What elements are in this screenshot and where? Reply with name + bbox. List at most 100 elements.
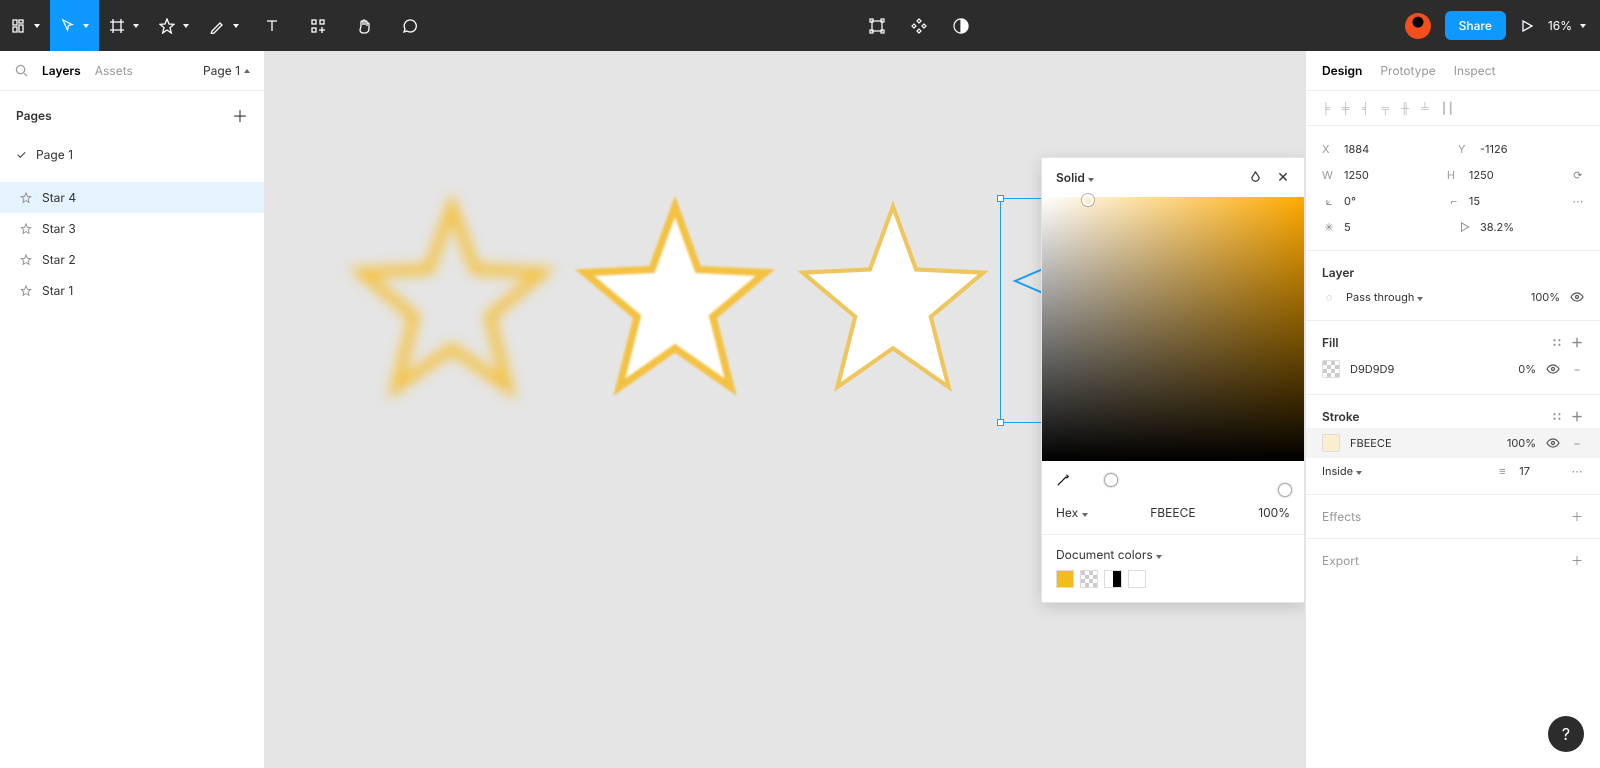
doc-colors-label[interactable]: Document colors	[1056, 547, 1162, 562]
align-tools: ╞ ╪ ╡ ╤ ╫ ╧ ┃┃	[1306, 91, 1600, 126]
fill-swatch[interactable]	[1322, 360, 1340, 378]
fill-type-select[interactable]: Solid	[1056, 170, 1094, 185]
align-right-icon[interactable]: ╡	[1362, 101, 1370, 115]
tab-assets[interactable]: Assets	[95, 63, 133, 78]
stroke-visibility-icon[interactable]	[1546, 436, 1560, 450]
select-group-icon[interactable]	[868, 0, 886, 51]
stroke-more-icon[interactable]: ⋯	[1570, 464, 1584, 478]
blend-icon[interactable]	[1248, 171, 1262, 185]
comment-tool-button[interactable]	[387, 0, 433, 51]
align-top-icon[interactable]: ╤	[1381, 101, 1389, 115]
stroke-hex-input[interactable]: FBEECE	[1350, 436, 1392, 450]
doc-swatch[interactable]	[1080, 570, 1098, 588]
layer-opacity-input[interactable]: 100%	[1531, 290, 1560, 304]
ratio-input[interactable]: 38.2%	[1480, 220, 1552, 234]
mask-icon[interactable]	[952, 0, 970, 51]
points-input[interactable]: 5	[1344, 220, 1416, 234]
move-tool-button[interactable]	[50, 0, 99, 51]
h-input[interactable]: 1250	[1469, 168, 1541, 182]
zoom-select[interactable]: 16%	[1548, 18, 1586, 33]
add-effect-icon[interactable]: ＋	[1570, 510, 1584, 524]
distribute-icon[interactable]: ┃┃	[1441, 101, 1454, 115]
add-page-button[interactable]: ＋	[232, 103, 248, 127]
stroke-swatch[interactable]	[1322, 434, 1340, 452]
doc-swatch[interactable]	[1056, 570, 1074, 588]
add-export-icon[interactable]: ＋	[1570, 554, 1584, 568]
effects-section-label: Effects	[1322, 509, 1361, 524]
layer-item[interactable]: Star 2	[0, 244, 264, 275]
stroke-opacity-input[interactable]: 100%	[1507, 436, 1536, 450]
stroke-weight-input[interactable]: 17	[1519, 464, 1530, 478]
left-panel: Layers Assets Page 1 Pages ＋ ✓Page 1 Sta…	[0, 51, 265, 768]
align-left-icon[interactable]: ╞	[1322, 101, 1330, 115]
corner-icon: ⌐	[1447, 194, 1461, 208]
align-vcenter-icon[interactable]: ╫	[1401, 101, 1409, 115]
add-fill-icon[interactable]: ＋	[1570, 336, 1584, 350]
x-input[interactable]: 1884	[1344, 142, 1416, 156]
present-button[interactable]	[1520, 0, 1534, 51]
main-menu-button[interactable]	[0, 0, 50, 51]
corner-input[interactable]: 15	[1469, 194, 1541, 208]
more-icon[interactable]: ⋯	[1572, 194, 1584, 208]
fill-opacity-input[interactable]: 0%	[1518, 362, 1536, 376]
blend-select[interactable]: Pass through	[1346, 290, 1423, 304]
right-panel: Design Prototype Inspect ╞ ╪ ╡ ╤ ╫ ╧ ┃┃ …	[1305, 51, 1600, 768]
eyedropper-button[interactable]	[1056, 473, 1070, 487]
hand-tool-button[interactable]	[341, 0, 387, 51]
tab-inspect[interactable]: Inspect	[1454, 63, 1496, 78]
search-icon[interactable]	[14, 64, 28, 78]
color-field[interactable]	[1042, 197, 1304, 461]
avatar[interactable]	[1405, 13, 1431, 39]
w-input[interactable]: 1250	[1344, 168, 1416, 182]
stroke-style-icon[interactable]: ∷	[1550, 410, 1564, 424]
points-icon: ✳	[1322, 220, 1336, 234]
page-selector[interactable]: Page 1	[203, 63, 250, 78]
tab-layers[interactable]: Layers	[42, 63, 81, 78]
hex-input[interactable]: FBEECE	[1096, 505, 1251, 520]
doc-swatch[interactable]	[1104, 570, 1122, 588]
stroke-weight-icon: ≡	[1495, 464, 1509, 478]
doc-swatch[interactable]	[1128, 570, 1146, 588]
close-icon[interactable]: ✕	[1276, 171, 1290, 185]
canvas-star-2[interactable]	[570, 196, 780, 406]
layer-section-label: Layer	[1322, 265, 1354, 280]
pen-tool-button[interactable]	[199, 0, 249, 51]
alpha-input[interactable]: 100%	[1258, 505, 1290, 520]
canvas[interactable]: Solid ✕	[265, 51, 1305, 768]
stroke-section-label: Stroke	[1322, 409, 1360, 424]
fill-hex-input[interactable]: D9D9D9	[1350, 362, 1394, 376]
shape-tool-button[interactable]	[149, 0, 199, 51]
fill-style-icon[interactable]: ∷	[1550, 336, 1564, 350]
constrain-icon[interactable]: ⟳	[1572, 168, 1584, 182]
canvas-star-3[interactable]	[788, 196, 998, 406]
stroke-position-select[interactable]: Inside	[1322, 464, 1362, 478]
fill-visibility-icon[interactable]	[1546, 362, 1560, 376]
layer-item[interactable]: Star 3	[0, 213, 264, 244]
align-hcenter-icon[interactable]: ╪	[1342, 101, 1350, 115]
pages-label: Pages	[16, 108, 52, 123]
frame-tool-button[interactable]	[99, 0, 149, 51]
y-input[interactable]: -1126	[1480, 142, 1552, 156]
color-format-select[interactable]: Hex	[1056, 505, 1088, 520]
layer-item[interactable]: Star 1	[0, 275, 264, 306]
remove-fill-icon[interactable]: −	[1570, 362, 1584, 376]
tab-design[interactable]: Design	[1322, 63, 1362, 78]
remove-stroke-icon[interactable]: −	[1570, 436, 1584, 450]
text-tool-button[interactable]	[249, 0, 295, 51]
help-button[interactable]: ?	[1548, 716, 1584, 752]
rotation-input[interactable]: 0°	[1344, 194, 1416, 208]
fill-section-label: Fill	[1322, 335, 1338, 350]
share-button[interactable]: Share	[1445, 11, 1506, 40]
add-stroke-icon[interactable]: ＋	[1570, 410, 1584, 424]
blend-drop-icon: ◌	[1322, 290, 1336, 304]
resources-button[interactable]	[295, 0, 341, 51]
canvas-star-1[interactable]	[347, 196, 557, 406]
component-icon[interactable]	[910, 0, 928, 51]
visibility-icon[interactable]	[1570, 290, 1584, 304]
ratio-icon: ▷	[1458, 220, 1472, 234]
align-bottom-icon[interactable]: ╧	[1421, 101, 1429, 115]
page-item[interactable]: ✓Page 1	[0, 139, 264, 170]
tab-prototype[interactable]: Prototype	[1380, 63, 1435, 78]
layer-item[interactable]: Star 4	[0, 182, 264, 213]
export-section-label: Export	[1322, 553, 1359, 568]
